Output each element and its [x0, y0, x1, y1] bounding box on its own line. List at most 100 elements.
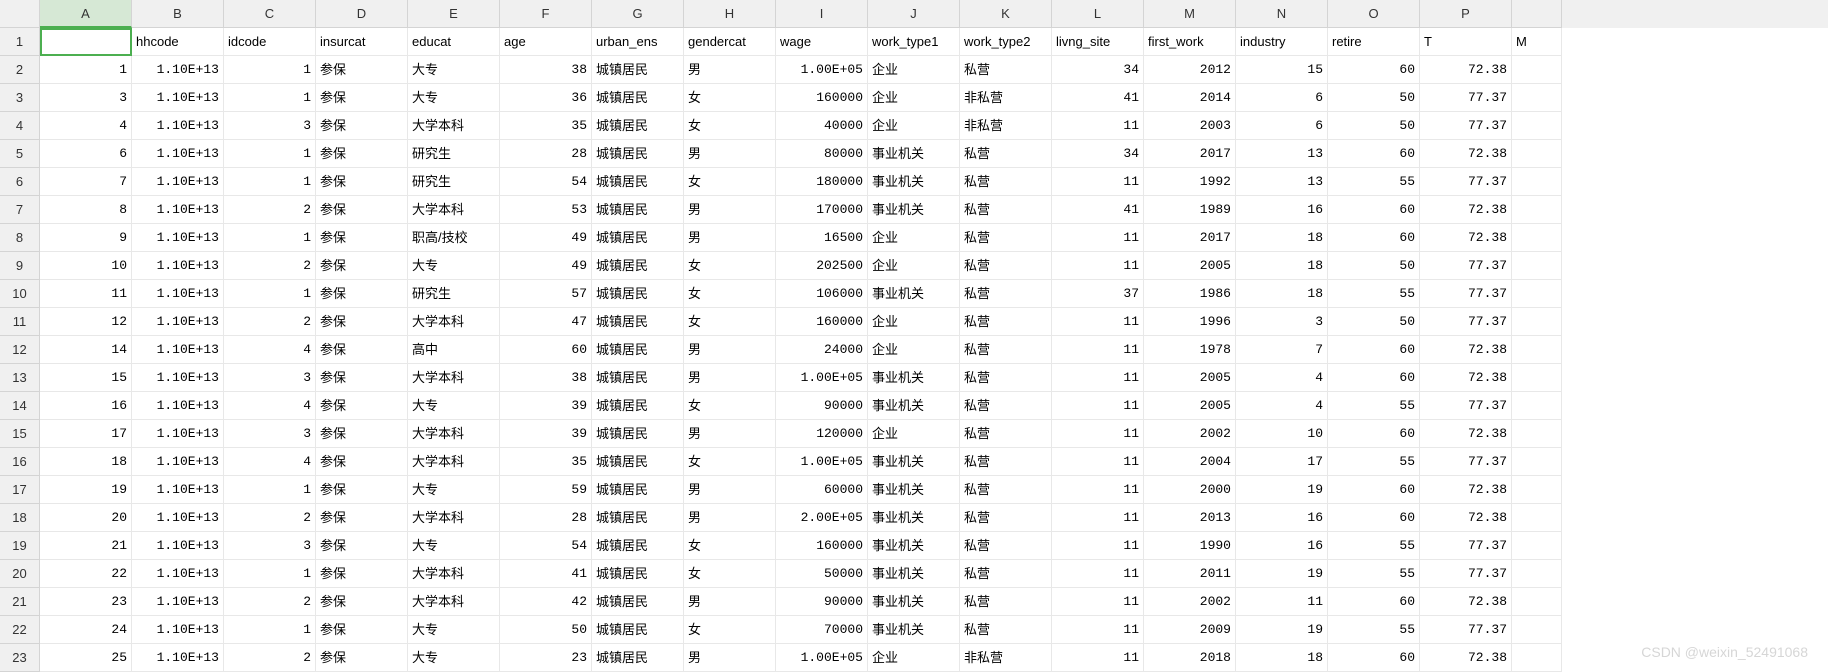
column-header-D[interactable]: D: [316, 0, 408, 28]
cell-M23[interactable]: 2018: [1144, 644, 1236, 672]
cell-M10[interactable]: 1986: [1144, 280, 1236, 308]
cell-K16[interactable]: 私营: [960, 448, 1052, 476]
cell-Q8[interactable]: [1512, 224, 1562, 252]
cell-C23[interactable]: 2: [224, 644, 316, 672]
cell-M16[interactable]: 2004: [1144, 448, 1236, 476]
cell-Q17[interactable]: [1512, 476, 1562, 504]
cell-N17[interactable]: 19: [1236, 476, 1328, 504]
cell-H5[interactable]: 男: [684, 140, 776, 168]
cell-F14[interactable]: 39: [500, 392, 592, 420]
column-header-A[interactable]: A: [40, 0, 132, 28]
cell-E17[interactable]: 大专: [408, 476, 500, 504]
column-header-L[interactable]: L: [1052, 0, 1144, 28]
row-header-18[interactable]: 18: [0, 504, 40, 532]
cell-K21[interactable]: 私营: [960, 588, 1052, 616]
cell-H23[interactable]: 男: [684, 644, 776, 672]
cell-G8[interactable]: 城镇居民: [592, 224, 684, 252]
cell-D5[interactable]: 参保: [316, 140, 408, 168]
cell-I1[interactable]: wage: [776, 28, 868, 56]
cell-N23[interactable]: 18: [1236, 644, 1328, 672]
cell-A19[interactable]: 21: [40, 532, 132, 560]
cell-D15[interactable]: 参保: [316, 420, 408, 448]
cell-L16[interactable]: 11: [1052, 448, 1144, 476]
cell-Q6[interactable]: [1512, 168, 1562, 196]
cell-E21[interactable]: 大学本科: [408, 588, 500, 616]
cell-B20[interactable]: 1.10E+13: [132, 560, 224, 588]
cell-H1[interactable]: gendercat: [684, 28, 776, 56]
cell-F18[interactable]: 28: [500, 504, 592, 532]
cell-P21[interactable]: 72.38: [1420, 588, 1512, 616]
cell-L2[interactable]: 34: [1052, 56, 1144, 84]
cell-D21[interactable]: 参保: [316, 588, 408, 616]
cell-G23[interactable]: 城镇居民: [592, 644, 684, 672]
cell-A21[interactable]: 23: [40, 588, 132, 616]
cell-P19[interactable]: 77.37: [1420, 532, 1512, 560]
cell-N22[interactable]: 19: [1236, 616, 1328, 644]
cell-A8[interactable]: 9: [40, 224, 132, 252]
cell-I15[interactable]: 120000: [776, 420, 868, 448]
cell-P4[interactable]: 77.37: [1420, 112, 1512, 140]
cell-A9[interactable]: 10: [40, 252, 132, 280]
cell-K12[interactable]: 私营: [960, 336, 1052, 364]
cell-C12[interactable]: 4: [224, 336, 316, 364]
column-header-Q[interactable]: [1512, 0, 1562, 28]
cell-D9[interactable]: 参保: [316, 252, 408, 280]
cell-O11[interactable]: 50: [1328, 308, 1420, 336]
cell-A13[interactable]: 15: [40, 364, 132, 392]
cell-Q2[interactable]: [1512, 56, 1562, 84]
cell-P13[interactable]: 72.38: [1420, 364, 1512, 392]
cell-L7[interactable]: 41: [1052, 196, 1144, 224]
cell-I10[interactable]: 106000: [776, 280, 868, 308]
cell-G12[interactable]: 城镇居民: [592, 336, 684, 364]
column-header-F[interactable]: F: [500, 0, 592, 28]
cell-Q19[interactable]: [1512, 532, 1562, 560]
cell-J11[interactable]: 企业: [868, 308, 960, 336]
cell-G7[interactable]: 城镇居民: [592, 196, 684, 224]
cell-E9[interactable]: 大专: [408, 252, 500, 280]
cell-O12[interactable]: 60: [1328, 336, 1420, 364]
cell-C19[interactable]: 3: [224, 532, 316, 560]
row-header-16[interactable]: 16: [0, 448, 40, 476]
cell-L4[interactable]: 11: [1052, 112, 1144, 140]
cell-Q7[interactable]: [1512, 196, 1562, 224]
cell-E16[interactable]: 大学本科: [408, 448, 500, 476]
cell-F8[interactable]: 49: [500, 224, 592, 252]
cell-I5[interactable]: 80000: [776, 140, 868, 168]
cell-K4[interactable]: 非私营: [960, 112, 1052, 140]
cell-N9[interactable]: 18: [1236, 252, 1328, 280]
cell-M4[interactable]: 2003: [1144, 112, 1236, 140]
cell-J21[interactable]: 事业机关: [868, 588, 960, 616]
cell-B4[interactable]: 1.10E+13: [132, 112, 224, 140]
cell-G6[interactable]: 城镇居民: [592, 168, 684, 196]
cell-Q4[interactable]: [1512, 112, 1562, 140]
cell-H9[interactable]: 女: [684, 252, 776, 280]
cell-J4[interactable]: 企业: [868, 112, 960, 140]
cell-D3[interactable]: 参保: [316, 84, 408, 112]
cell-A20[interactable]: 22: [40, 560, 132, 588]
cell-J12[interactable]: 企业: [868, 336, 960, 364]
cell-A12[interactable]: 14: [40, 336, 132, 364]
cell-F5[interactable]: 28: [500, 140, 592, 168]
cell-F22[interactable]: 50: [500, 616, 592, 644]
cell-B10[interactable]: 1.10E+13: [132, 280, 224, 308]
column-header-C[interactable]: C: [224, 0, 316, 28]
cell-G2[interactable]: 城镇居民: [592, 56, 684, 84]
cell-H11[interactable]: 女: [684, 308, 776, 336]
cell-I4[interactable]: 40000: [776, 112, 868, 140]
cell-O23[interactable]: 60: [1328, 644, 1420, 672]
cell-A3[interactable]: 3: [40, 84, 132, 112]
column-header-I[interactable]: I: [776, 0, 868, 28]
cell-I20[interactable]: 50000: [776, 560, 868, 588]
cell-N19[interactable]: 16: [1236, 532, 1328, 560]
cell-H7[interactable]: 男: [684, 196, 776, 224]
cell-Q10[interactable]: [1512, 280, 1562, 308]
cell-C6[interactable]: 1: [224, 168, 316, 196]
cell-G11[interactable]: 城镇居民: [592, 308, 684, 336]
cell-O22[interactable]: 55: [1328, 616, 1420, 644]
row-header-20[interactable]: 20: [0, 560, 40, 588]
cell-F10[interactable]: 57: [500, 280, 592, 308]
cell-F23[interactable]: 23: [500, 644, 592, 672]
column-header-K[interactable]: K: [960, 0, 1052, 28]
cell-N10[interactable]: 18: [1236, 280, 1328, 308]
cell-H15[interactable]: 男: [684, 420, 776, 448]
